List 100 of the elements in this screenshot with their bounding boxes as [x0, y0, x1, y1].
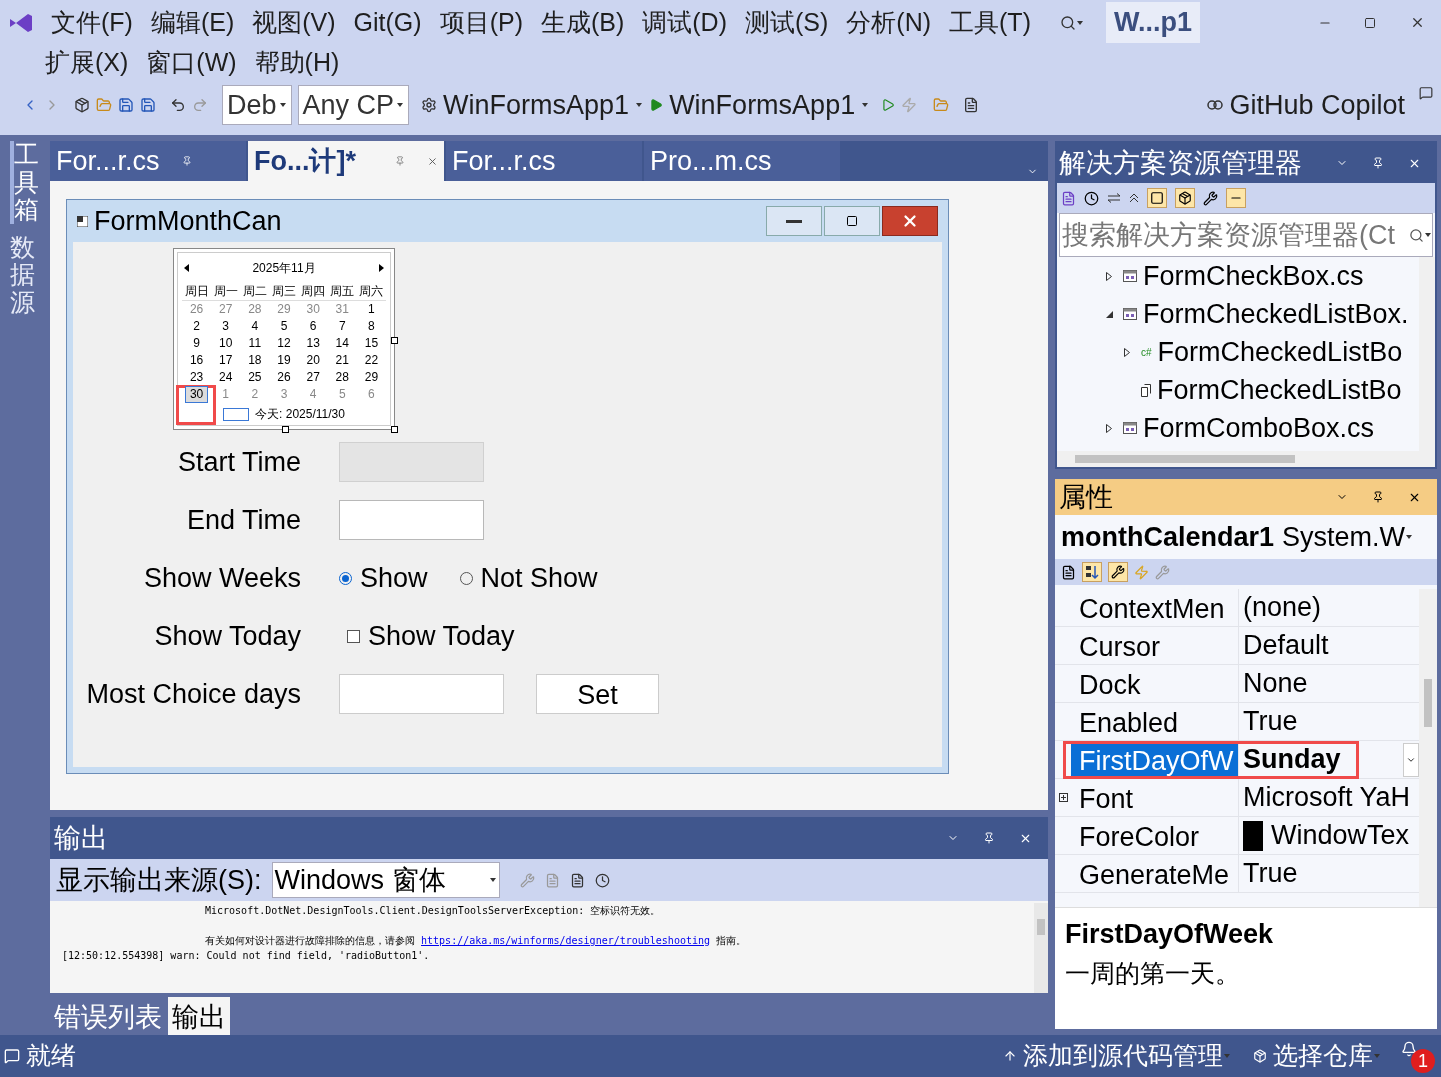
calendar-day[interactable]: 5 [334, 387, 350, 402]
calendar-day[interactable]: 28 [244, 302, 266, 317]
source-dropdown[interactable]: Windows 窗体 [271, 862, 500, 898]
collapsed-icon[interactable] [1106, 271, 1112, 281]
calendar-day[interactable]: 31 [331, 302, 353, 317]
sync-icon[interactable] [1107, 193, 1121, 203]
categorized-icon[interactable] [1061, 564, 1076, 580]
property-value[interactable]: True [1243, 703, 1298, 740]
calendar-day[interactable]: 2 [247, 387, 263, 402]
menu-item[interactable]: 帮助(H) [245, 43, 349, 82]
menu-item[interactable]: 生成(B) [531, 3, 634, 42]
text-field[interactable] [339, 500, 484, 540]
close-icon[interactable] [1410, 15, 1425, 30]
property-value[interactable]: None [1243, 665, 1308, 702]
close-button[interactable] [882, 206, 938, 236]
alphabetical-icon[interactable] [1082, 562, 1102, 582]
menu-item[interactable]: 窗口(W) [137, 43, 246, 82]
calendar-day[interactable]: 18 [244, 353, 266, 368]
calendar-day[interactable]: 4 [305, 387, 321, 402]
copilot-button[interactable]: GitHub Copilot [1229, 84, 1405, 126]
calendar-day[interactable]: 9 [189, 336, 204, 351]
text-field[interactable] [339, 674, 504, 714]
menu-item[interactable]: 工具(T) [940, 3, 1040, 42]
run-icon[interactable] [649, 98, 664, 112]
menu-item[interactable]: 视图(V) [243, 3, 345, 42]
calendar-day[interactable]: 28 [331, 370, 353, 385]
calendar-day[interactable]: 27 [302, 370, 324, 385]
run-without-debug-icon[interactable] [881, 98, 896, 112]
checkbox[interactable] [347, 629, 360, 643]
search-icon[interactable] [1409, 227, 1424, 243]
resize-handle[interactable] [391, 426, 398, 433]
editor-tab[interactable]: For...r.cs [446, 141, 642, 181]
collapsed-icon[interactable] [1124, 347, 1130, 357]
calendar-day[interactable]: 13 [302, 336, 324, 351]
today-label[interactable]: 今天: 2025/11/30 [255, 405, 345, 423]
resize-handle[interactable] [282, 426, 289, 433]
pin-icon[interactable] [1372, 157, 1384, 169]
search-field[interactable]: 搜索解决方案资源管理器(Ct [1059, 213, 1433, 257]
maximize-icon[interactable] [1364, 16, 1376, 29]
calendar-day[interactable]: 10 [215, 336, 237, 351]
expand-icon[interactable] [1058, 793, 1068, 802]
calendar-day[interactable]: 12 [273, 336, 295, 351]
month-calendar[interactable]: 2025年11月 周日 周一 周二 周三 周四 周五 周六 26 27 28 29 30 31 1 2 3 4 5 6 7 8 9 10 11 12 13 14 15 16 17 18 19 20 21 22 23 24 25 26 27 28 29 30 1 2 3 4 5 6 今天: 2025/11/30 [173, 248, 395, 430]
preview-icon[interactable] [1226, 188, 1246, 208]
bottom-tab[interactable]: 输出 [168, 997, 230, 1035]
calendar-day[interactable]: 22 [360, 353, 383, 368]
notification-icon[interactable] [1401, 1041, 1417, 1057]
menu-item[interactable]: Git(G) [344, 3, 431, 42]
link[interactable]: https://aka.ms/winforms/designer/troubleshooting [421, 935, 710, 946]
calendar-day[interactable]: 2 [189, 319, 204, 334]
menu-item[interactable]: 调试(D) [633, 3, 736, 42]
set-button[interactable]: Set [536, 674, 659, 714]
expanded-icon[interactable] [1105, 310, 1113, 318]
calendar-day[interactable]: 3 [218, 319, 234, 334]
property-name[interactable]: ContextMen [1071, 589, 1239, 626]
calendar-day[interactable]: 6 [364, 387, 379, 402]
properties-icon[interactable] [1203, 190, 1218, 206]
save-icon[interactable] [118, 97, 134, 113]
calendar-day[interactable]: 16 [185, 353, 208, 368]
feedback-icon[interactable] [1419, 86, 1433, 100]
property-value[interactable]: Default [1243, 627, 1329, 664]
property-name[interactable]: Enabled [1071, 703, 1239, 740]
next-month-icon[interactable] [379, 264, 384, 272]
calendar-day[interactable]: 29 [273, 302, 295, 317]
pin-icon[interactable] [983, 832, 995, 844]
checkbox-label[interactable]: Show Today [368, 615, 515, 657]
side-tab[interactable]: 数据源 [9, 233, 35, 316]
pin-icon[interactable] [1372, 491, 1384, 503]
property-value[interactable]: Microsoft YaH [1243, 779, 1411, 816]
calendar-day[interactable]: 26 [185, 302, 208, 317]
property-name[interactable]: ForeColor [1071, 817, 1239, 854]
calendar-day[interactable]: 19 [273, 353, 295, 368]
calendar-day[interactable]: 29 [360, 370, 383, 385]
calendar-day[interactable]: 17 [215, 353, 237, 368]
calendar-day[interactable]: 23 [185, 370, 208, 385]
calendar-day[interactable]: 3 [276, 387, 292, 402]
property-value[interactable]: WindowTex [1271, 817, 1410, 854]
calendar-day[interactable]: 5 [276, 319, 292, 334]
solution-icon[interactable] [1061, 190, 1076, 206]
calendar-day[interactable]: 1 [218, 387, 234, 402]
calendar-day[interactable]: 8 [364, 319, 379, 334]
property-name[interactable]: Cursor [1071, 627, 1239, 664]
menu-item[interactable]: 项目(P) [430, 3, 532, 42]
clock-icon[interactable] [594, 872, 610, 888]
calendar-day[interactable]: 7 [334, 319, 350, 334]
resize-handle[interactable] [391, 337, 398, 344]
calendar-day[interactable]: 30 [184, 386, 209, 403]
menu-item[interactable]: 编辑(E) [141, 3, 244, 42]
menu-item[interactable]: 测试(S) [736, 3, 838, 42]
calendar-day[interactable]: 11 [244, 336, 266, 351]
property-name[interactable]: Dock [1071, 665, 1239, 702]
calendar-day[interactable]: 4 [247, 319, 263, 334]
property-value[interactable]: True [1243, 855, 1298, 892]
minimize-button[interactable] [766, 206, 822, 236]
property-value[interactable]: (none) [1243, 589, 1322, 626]
startup-project[interactable]: WinFormsApp1 [443, 84, 630, 126]
run-target[interactable]: WinFormsApp1 [669, 84, 856, 126]
calendar-day[interactable]: 20 [302, 353, 324, 368]
calendar-day[interactable]: 15 [360, 336, 383, 351]
calendar-day[interactable]: 30 [302, 302, 324, 317]
